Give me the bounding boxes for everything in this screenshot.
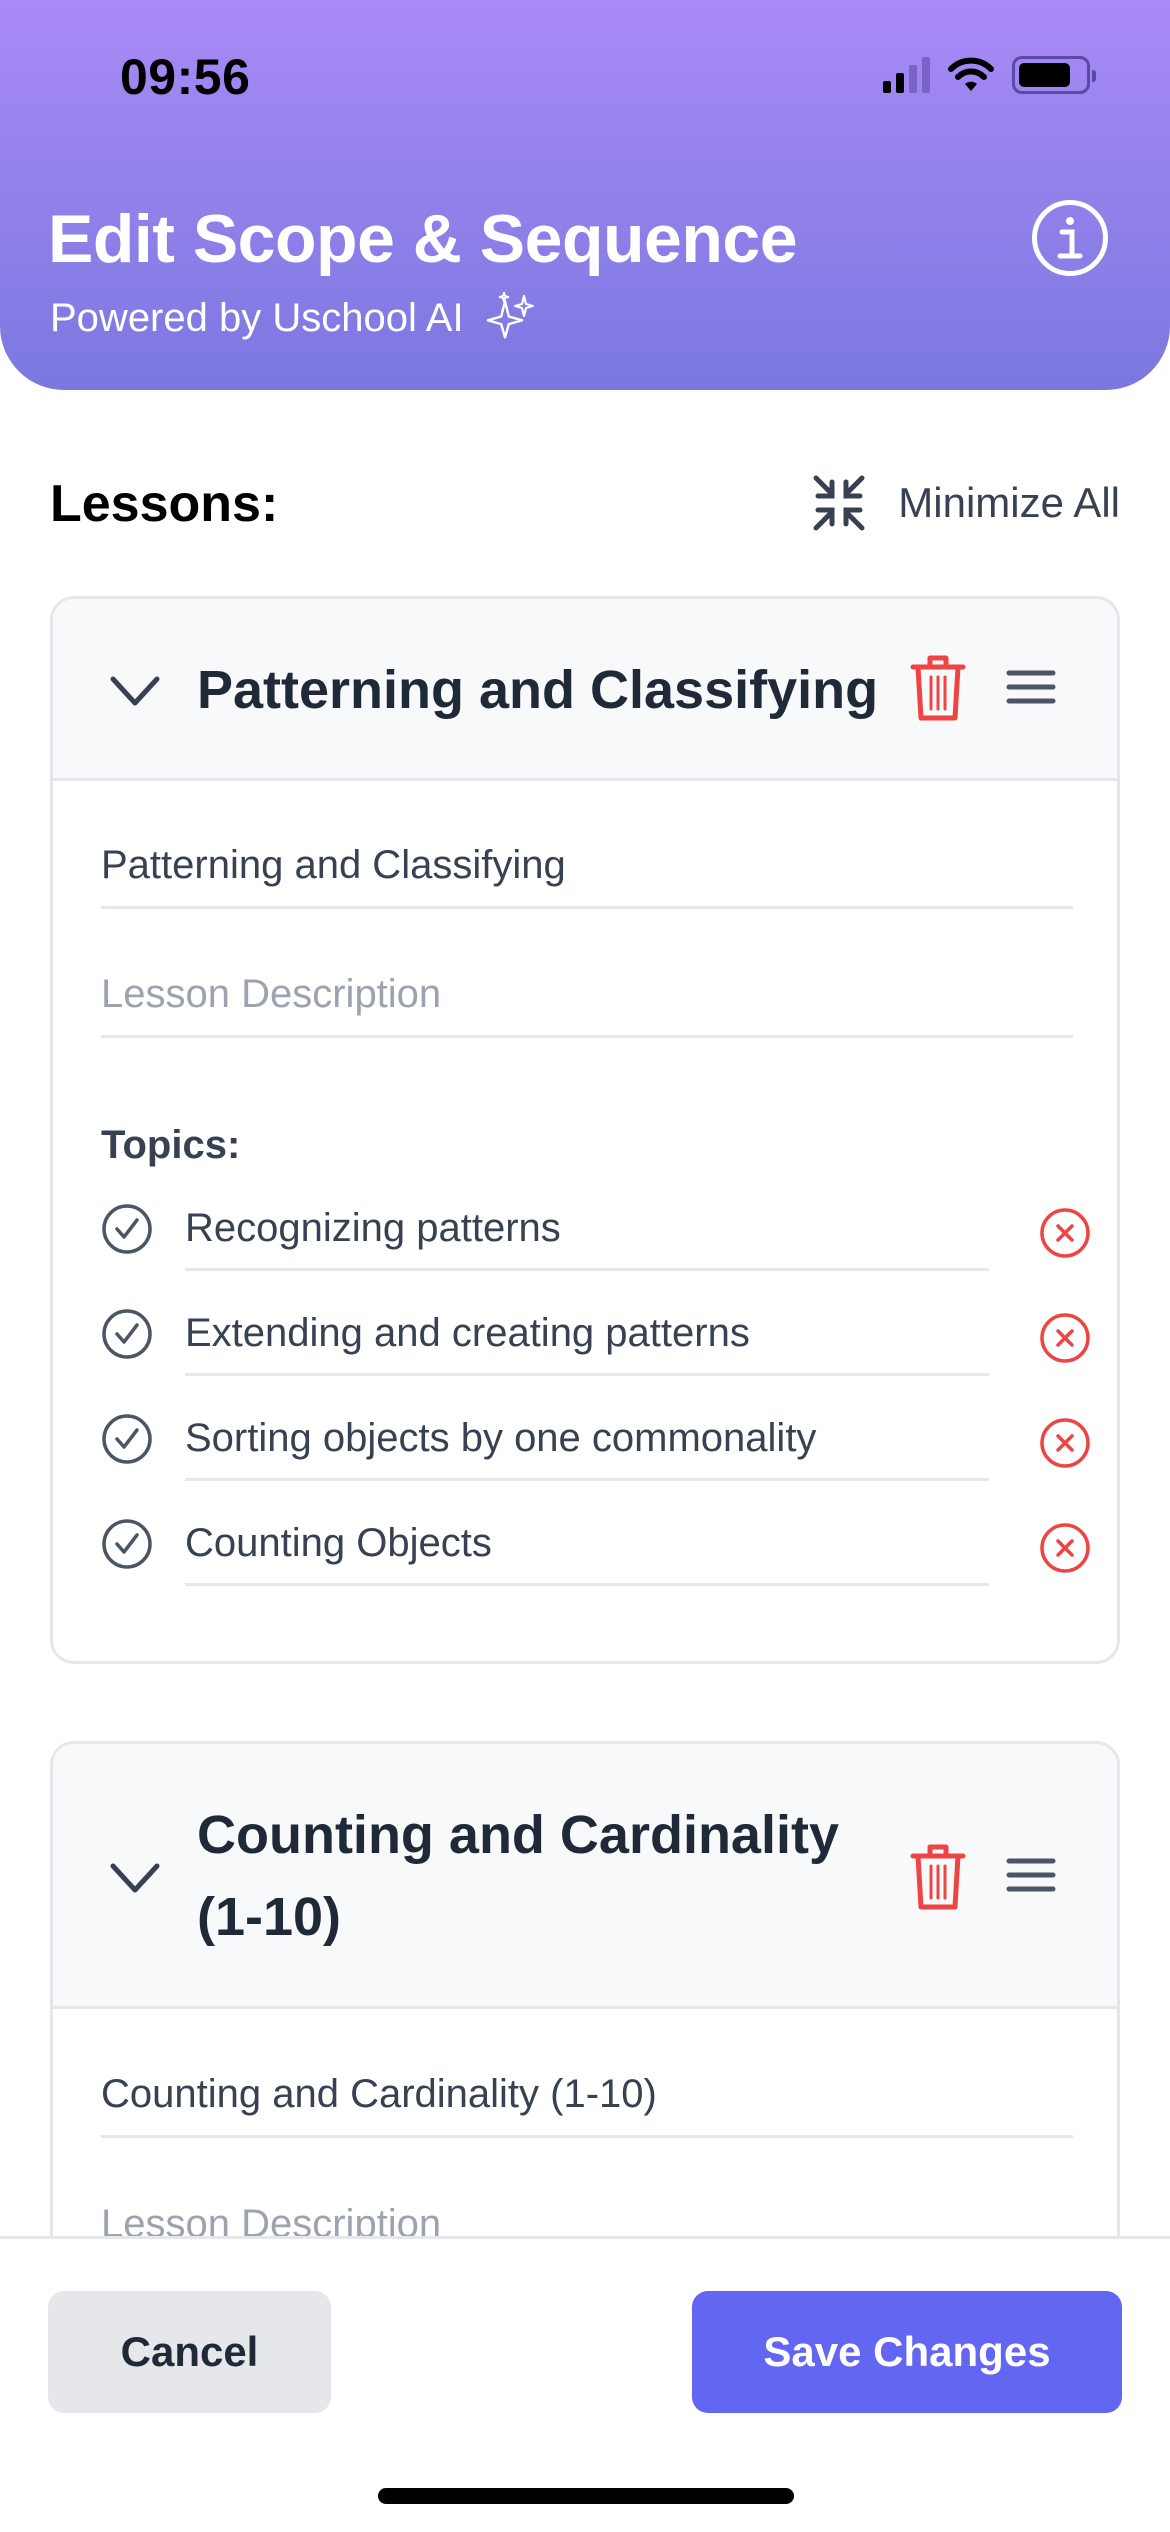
status-time: 09:56 — [120, 49, 251, 105]
lesson-title: Counting and Cardinality (1-10) — [197, 1805, 839, 1947]
topic-row: Sorting objects by one commonality — [101, 1393, 1091, 1497]
lesson-name-input[interactable]: Counting and Cardinality (1-10) — [101, 2054, 1073, 2138]
topic-row: Counting Objects — [101, 1498, 1091, 1602]
check-circle-icon[interactable] — [101, 1203, 153, 1255]
wifi-icon — [948, 57, 994, 91]
battery-icon — [1012, 56, 1096, 94]
lesson-title: Patterning and Classifying — [197, 660, 879, 720]
check-circle-icon[interactable] — [101, 1308, 153, 1360]
lesson-card-header[interactable]: Counting and Cardinality (1-10) — [53, 1744, 1117, 2009]
lesson-description-input[interactable]: Lesson Description — [101, 954, 1073, 1038]
topic-row: Extending and creating patterns — [101, 1288, 1091, 1392]
minimize-all-label: Minimize All — [898, 479, 1120, 526]
trash-icon[interactable] — [909, 1842, 967, 1912]
page-subtitle: Powered by Uschool AI — [50, 292, 538, 344]
topic-input[interactable]: Sorting objects by one commonality — [185, 1393, 989, 1481]
remove-topic-icon[interactable] — [1039, 1312, 1091, 1364]
lesson-card-header[interactable]: Patterning and Classifying — [53, 599, 1117, 781]
cancel-button[interactable]: Cancel — [48, 2291, 331, 2413]
sparkles-icon — [486, 292, 534, 339]
remove-topic-icon[interactable] — [1039, 1207, 1091, 1259]
check-circle-icon[interactable] — [101, 1518, 153, 1570]
topic-input[interactable]: Extending and creating patterns — [185, 1288, 989, 1376]
lesson-name-input[interactable]: Patterning and Classifying — [101, 825, 1073, 909]
minimize-all-button[interactable]: Minimize All — [810, 474, 1120, 532]
drag-handle-icon[interactable] — [1005, 1855, 1057, 1895]
trash-icon[interactable] — [909, 653, 967, 723]
topic-row: Recognizing patterns — [101, 1183, 1091, 1287]
status-icons — [883, 56, 1096, 94]
chevron-down-icon[interactable] — [107, 1858, 163, 1898]
home-indicator[interactable] — [378, 2488, 794, 2504]
lesson-card: Patterning and Classifying Patterning an… — [50, 596, 1120, 1664]
chevron-down-icon[interactable] — [107, 671, 163, 711]
remove-topic-icon[interactable] — [1039, 1417, 1091, 1469]
topic-input[interactable]: Recognizing patterns — [185, 1183, 989, 1271]
save-changes-button[interactable]: Save Changes — [692, 2291, 1122, 2413]
powered-by-text: Powered by Uschool AI — [50, 295, 464, 340]
lessons-heading: Lessons: — [50, 475, 279, 533]
page-title: Edit Scope & Sequence — [48, 201, 798, 277]
drag-handle-icon[interactable] — [1005, 667, 1057, 707]
remove-topic-icon[interactable] — [1039, 1522, 1091, 1574]
app-header: 09:56 Edit Scope & Sequence Powered by U… — [0, 0, 1170, 390]
topics-heading: Topics: — [101, 1123, 241, 1167]
info-icon — [1057, 217, 1083, 259]
info-button[interactable] — [1032, 200, 1108, 276]
check-circle-icon[interactable] — [101, 1413, 153, 1465]
topic-input[interactable]: Counting Objects — [185, 1498, 989, 1586]
minimize-arrows-icon — [813, 475, 865, 531]
cellular-signal-icon — [883, 57, 930, 93]
